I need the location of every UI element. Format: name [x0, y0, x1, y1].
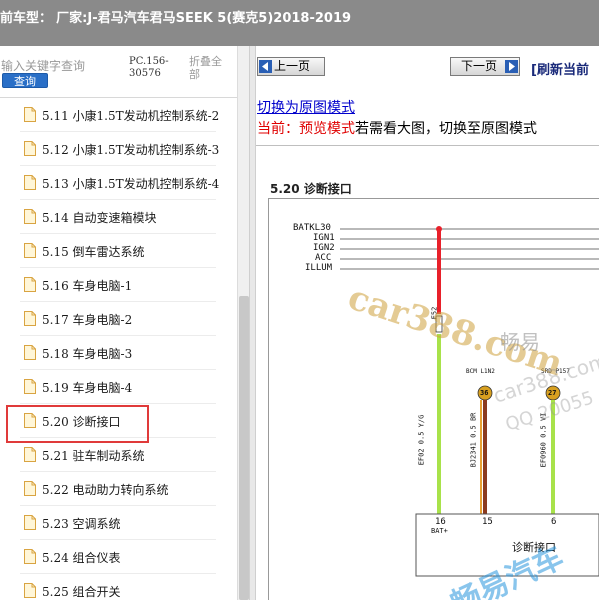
switch-to-original-link[interactable]: 切换为原图模式 — [257, 97, 355, 117]
tree-item-label: 5.16 车身电脑-1 — [42, 279, 133, 293]
document-icon — [24, 175, 36, 190]
mode-current: 预览模式 — [299, 121, 355, 137]
tree-item[interactable]: 5.25 组合开关 — [20, 574, 216, 600]
tree-item-label: 5.14 自动变速箱模块 — [42, 211, 157, 225]
wire-label: BJ2341 0.5 BR — [469, 412, 478, 468]
node-label: 36 — [480, 389, 489, 397]
arrow-right-icon — [505, 60, 518, 73]
document-icon — [24, 583, 36, 598]
sidebar: 查询 PC.156-30576 折叠全部 5.11 小康1.5T发动机控制系统-… — [0, 46, 249, 600]
next-page-button[interactable]: 下一页 — [450, 57, 520, 76]
pin-desc: BAT+ — [431, 527, 448, 535]
module-label: 诊断接口 — [512, 541, 556, 554]
document-icon — [24, 107, 36, 122]
tree-item[interactable]: 5.15 倒车雷达系统 — [20, 234, 216, 268]
document-icon — [24, 209, 36, 224]
tree-item[interactable]: 5.18 车身电脑-3 — [20, 336, 216, 370]
tree-item-label: 5.15 倒车雷达系统 — [42, 245, 145, 259]
document-icon — [24, 141, 36, 156]
tree-item-label: 5.21 驻车制动系统 — [42, 449, 145, 463]
search-button[interactable]: 查询 — [2, 73, 48, 88]
tree-item[interactable]: 5.19 车身电脑-4 — [20, 370, 216, 404]
pin-label: 6 — [551, 517, 557, 527]
node-label: 27 — [548, 389, 557, 397]
tree-item[interactable]: 5.22 电动助力转向系统 — [20, 472, 216, 506]
document-icon — [24, 549, 36, 564]
panel-splitter[interactable] — [249, 46, 256, 600]
selected-item-highlight — [6, 405, 149, 443]
tree-item-label: 5.13 小康1.5T发动机控制系统-4 — [42, 177, 220, 191]
document-code: PC.156-30576 — [129, 56, 169, 79]
fuse-label: F52 — [430, 306, 439, 320]
mode-status: 当前：预览模式若需看大图，切换至原图模式 — [257, 118, 537, 138]
tree-item-label: 5.19 车身电脑-4 — [42, 381, 133, 395]
tree-item[interactable]: 5.21 驻车制动系统 — [20, 438, 216, 472]
tree-item-label: 5.24 组合仪表 — [42, 551, 121, 565]
tree-item[interactable]: 5.13 小康1.5T发动机控制系统-4 — [20, 166, 220, 200]
document-icon — [24, 277, 36, 292]
tree-item-label: 5.22 电动助力转向系统 — [42, 483, 169, 497]
prev-page-label: 上一页 — [274, 59, 311, 73]
scrollbar-thumb[interactable] — [239, 296, 249, 600]
tree-item[interactable]: 5.12 小康1.5T发动机控制系统-3 — [20, 132, 220, 166]
title-bar: 前车型： 厂家:J-君马汽车君马SEEK 5(赛克5)2018-2019 — [0, 0, 599, 46]
tree-item[interactable]: 5.17 车身电脑-2 — [20, 302, 216, 336]
arrow-left-icon — [259, 60, 272, 73]
tree-item[interactable]: 5.24 组合仪表 — [20, 540, 216, 574]
document-icon — [24, 345, 36, 360]
document-icon — [24, 243, 36, 258]
prev-page-button[interactable]: 上一页 — [257, 57, 325, 76]
document-icon — [24, 481, 36, 496]
document-icon — [24, 379, 36, 394]
connector-label: SRD P157 — [541, 368, 570, 375]
title-prefix: 前车型： — [0, 11, 53, 26]
tree-item[interactable]: 5.16 车身电脑-1 — [20, 268, 216, 302]
document-icon — [24, 447, 36, 462]
tree-item-label: 5.18 车身电脑-3 — [42, 347, 133, 361]
next-page-label: 下一页 — [461, 59, 498, 73]
mode-hint: 若需看大图，切换至原图模式 — [355, 121, 537, 137]
tree-item-label: 5.23 空调系统 — [42, 517, 121, 531]
content-panel: 上一页 下一页 [刷新当前 切换为原图模式 当前：预览模式若需看大图，切换至原图… — [256, 46, 599, 600]
mode-prefix: 当前： — [257, 121, 299, 137]
tree-item-label: 5.12 小康1.5T发动机控制系统-3 — [42, 143, 220, 157]
pin-label: 16 — [435, 517, 446, 527]
tree-item-label: 5.25 组合开关 — [42, 585, 121, 599]
connector-label: BCM L1N2 — [466, 368, 495, 375]
document-icon — [24, 311, 36, 326]
refresh-link[interactable]: [刷新当前 — [531, 59, 589, 78]
tree-item-label: 5.11 小康1.5T发动机控制系统-2 — [42, 109, 220, 123]
collapse-all-link[interactable]: 折叠全部 — [189, 55, 231, 81]
sidebar-scrollbar[interactable] — [237, 46, 249, 600]
wire-label: EF02 0.5 Y/G — [417, 414, 426, 466]
pin-label: 15 — [482, 517, 493, 527]
search-input[interactable] — [0, 58, 92, 74]
window-title: 厂家:J-君马汽车君马SEEK 5(赛克5)2018-2019 — [56, 11, 352, 26]
tree-item[interactable]: 5.14 自动变速箱模块 — [20, 200, 216, 234]
wire-label: EF0960 0.5 VI — [539, 412, 548, 468]
tree-item[interactable]: 5.11 小康1.5T发动机控制系统-2 — [20, 98, 220, 132]
document-icon — [24, 515, 36, 530]
tree-item-label: 5.17 车身电脑-2 — [42, 313, 133, 327]
tree-item[interactable]: 5.23 空调系统 — [20, 506, 216, 540]
wiring-diagram: 5.20 诊断接口 BATKL30 IGN1 IGN2 ACC ILLUM F5… — [256, 146, 599, 600]
search-area: 查询 PC.156-30576 折叠全部 — [0, 46, 237, 98]
